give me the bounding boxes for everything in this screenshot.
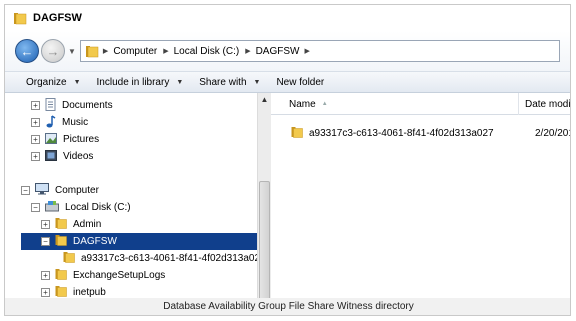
share-label: Share with [199, 76, 247, 88]
breadcrumb-label: Local Disk (C:) [173, 45, 240, 57]
tree-item-local-disk[interactable]: − Local Disk (C:) [31, 199, 131, 216]
tree-item-videos[interactable]: + Videos [31, 148, 93, 165]
folder-icon [291, 126, 303, 141]
forward-button[interactable]: → [41, 39, 65, 63]
chevron-down-icon: ▼ [176, 78, 184, 86]
scrollbar-thumb[interactable] [259, 181, 270, 315]
title-bar: DAGFSW [5, 5, 570, 31]
expand-icon[interactable]: + [31, 152, 40, 161]
new-folder-label: New folder [276, 76, 325, 88]
file-list-pane: Name ▲ Date modi a93317c3-c613-4061-8f41… [271, 93, 571, 315]
expand-icon[interactable]: + [41, 271, 50, 280]
column-header-label: Name [289, 98, 316, 110]
chevron-right-icon[interactable]: ▶ [103, 47, 108, 55]
file-name: a93317c3-c613-4061-8f41-4f02d313a027 [309, 127, 494, 139]
tree-item-music[interactable]: + Music [31, 114, 88, 131]
chevron-right-icon[interactable]: ▶ [245, 47, 250, 55]
tree-item-computer[interactable]: − Computer [21, 182, 99, 199]
organize-label: Organize [26, 76, 67, 88]
recent-pages-dropdown-icon[interactable]: ▼ [68, 47, 76, 56]
collapse-icon[interactable]: − [21, 186, 30, 195]
new-folder-button[interactable]: New folder [276, 77, 324, 88]
hard-drive-icon [45, 200, 59, 215]
tree-item-label: Documents [62, 100, 113, 111]
file-row[interactable]: a93317c3-c613-4061-8f41-4f02d313a027 2/2… [291, 124, 570, 142]
include-in-library-button[interactable]: Include in library ▼ [97, 77, 184, 88]
tree-item-label: Admin [73, 219, 102, 230]
folder-icon [63, 251, 75, 266]
column-header-date-modified[interactable]: Date modi [520, 93, 571, 115]
folder-open-icon [55, 234, 67, 249]
computer-icon [35, 183, 49, 198]
folder-icon [55, 217, 67, 232]
breadcrumb-label: Computer [113, 45, 158, 57]
explorer-window: DAGFSW ← → ▼ ▶ Computer ▶ Local Disk (C:… [4, 4, 571, 316]
folder-icon [85, 46, 99, 58]
documents-icon [45, 97, 56, 114]
back-button[interactable]: ← [15, 39, 39, 63]
chevron-down-icon: ▼ [253, 78, 261, 86]
tree-item-pictures[interactable]: + Pictures [31, 131, 99, 148]
navigation-pane: + Documents + Music + Pictures + Videos … [5, 93, 271, 315]
chevron-right-icon[interactable]: ▶ [163, 47, 168, 55]
collapse-icon[interactable]: − [41, 237, 50, 246]
column-header-name[interactable]: Name ▲ [271, 93, 519, 115]
tree-item-dagfsw[interactable]: − DAGFSW [21, 233, 257, 250]
organize-button[interactable]: Organize ▼ [26, 77, 81, 88]
file-date-modified: 2/20/2012 [535, 127, 570, 139]
tree-item-label: Music [62, 117, 89, 128]
breadcrumb-dagfsw[interactable]: ▶ DAGFSW ▶ [245, 46, 315, 57]
chevron-right-icon[interactable]: ▶ [304, 47, 309, 55]
tree-item-label: ExchangeSetupLogs [73, 270, 166, 281]
scroll-up-icon[interactable]: ▲ [258, 93, 271, 107]
column-header-row: Name ▲ Date modi [271, 93, 571, 115]
tree-item-label: Pictures [63, 134, 100, 145]
image-caption: Database Availability Group File Share W… [5, 298, 570, 315]
include-label: Include in library [96, 76, 170, 88]
tree-item-label: Local Disk (C:) [65, 202, 131, 213]
tree-item-label: Videos [63, 151, 94, 162]
collapse-icon[interactable]: − [31, 203, 40, 212]
expand-icon[interactable]: + [41, 288, 50, 297]
pictures-icon [45, 132, 57, 147]
nav-pane-scrollbar[interactable]: ▲ [257, 93, 271, 315]
folder-icon [14, 13, 27, 25]
breadcrumb-label: DAGFSW [255, 45, 300, 57]
share-with-button[interactable]: Share with ▼ [199, 77, 260, 88]
navigation-bar: ← → ▼ ▶ Computer ▶ Local Disk (C:) ▶ DAG… [5, 31, 570, 71]
window-title: DAGFSW [33, 12, 82, 24]
tree-item-label: inetpub [73, 287, 106, 298]
music-note-icon [45, 114, 56, 131]
breadcrumb-computer[interactable]: ▶ Computer [103, 46, 157, 57]
tree-item-label: Computer [55, 185, 99, 196]
address-bar[interactable]: ▶ Computer ▶ Local Disk (C:) ▶ DAGFSW ▶ [79, 40, 560, 62]
tree-item-guid-folder[interactable]: a93317c3-c613-4061-8f41-4f02d313a02 [63, 250, 260, 267]
chevron-down-icon: ▼ [73, 78, 81, 86]
expand-icon[interactable]: + [31, 118, 40, 127]
tree-item-documents[interactable]: + Documents [31, 97, 113, 114]
expand-icon[interactable]: + [31, 101, 40, 110]
expand-icon[interactable]: + [31, 135, 40, 144]
folder-icon [55, 268, 67, 283]
tree-item-exchangesetuplogs[interactable]: + ExchangeSetupLogs [41, 267, 165, 284]
tree-item-label: DAGFSW [73, 236, 117, 247]
tree-item-label: a93317c3-c613-4061-8f41-4f02d313a02 [81, 253, 261, 264]
command-toolbar: Organize ▼ Include in library ▼ Share wi… [5, 71, 570, 93]
tree-item-admin[interactable]: + Admin [41, 216, 101, 233]
breadcrumb-local-disk[interactable]: ▶ Local Disk (C:) [163, 46, 239, 57]
sort-ascending-icon: ▲ [321, 101, 328, 107]
videos-icon [45, 149, 57, 164]
column-header-label: Date modi [525, 98, 571, 110]
expand-icon[interactable]: + [41, 220, 50, 229]
